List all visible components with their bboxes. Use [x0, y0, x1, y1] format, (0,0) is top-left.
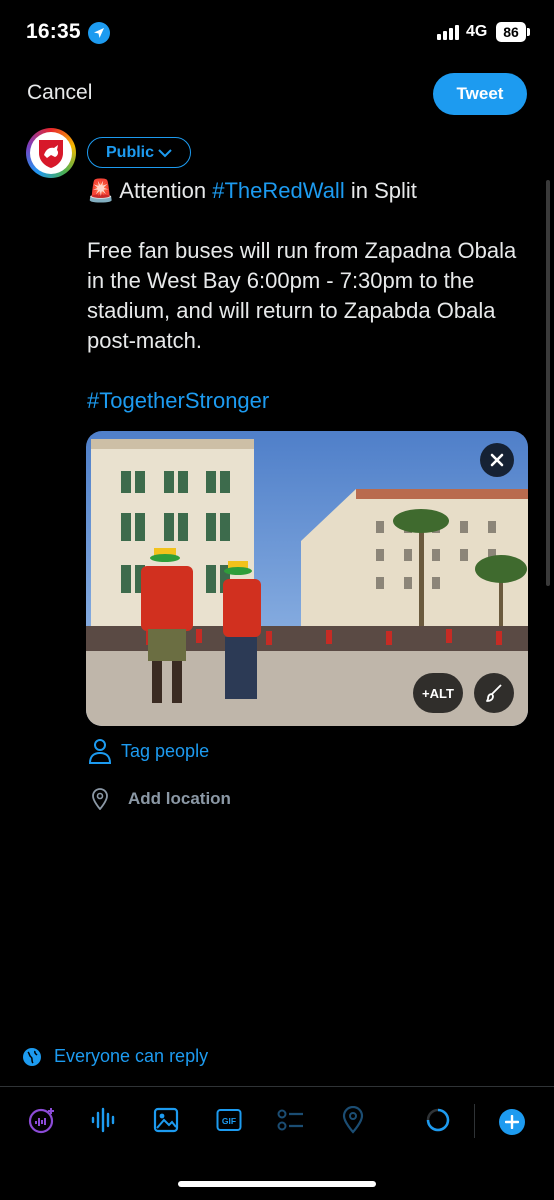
toolbar-divider — [0, 1086, 554, 1087]
tweet-body: Free fan buses will run from Zapadna Oba… — [87, 238, 517, 353]
remove-media-button[interactable] — [480, 443, 514, 477]
tag-people-label: Tag people — [121, 740, 210, 761]
location-arrow-icon — [88, 22, 110, 44]
add-location-label: Add location — [128, 789, 231, 808]
tweet-line-1-prefix: 🚨 Attention — [87, 178, 213, 203]
battery-icon: 86 — [496, 22, 526, 42]
add-icon[interactable] — [499, 1109, 525, 1135]
dragon-crest-icon — [30, 132, 72, 174]
close-icon — [490, 453, 504, 467]
chevron-down-icon — [158, 148, 172, 157]
audio-icon[interactable] — [90, 1106, 118, 1134]
attached-photo[interactable] — [86, 431, 528, 726]
brush-icon — [486, 684, 502, 702]
audience-label: Public — [106, 143, 155, 161]
tweet-text-area[interactable]: 🚨 Attention #TheRedWall in Split Free fa… — [87, 176, 527, 416]
edit-media-button[interactable] — [474, 673, 514, 713]
status-time: 16:35 — [26, 20, 81, 43]
location-icon[interactable] — [339, 1106, 367, 1134]
tweet-line-1: 🚨 Attention #TheRedWall in Split — [87, 176, 527, 206]
audience-selector[interactable]: Public — [87, 137, 192, 168]
tweet-line-1-suffix: in Split — [344, 178, 417, 203]
location-pin-icon — [92, 788, 108, 810]
signal-icon — [437, 25, 459, 40]
add-location-button[interactable]: Add location — [90, 788, 231, 810]
tweet-button[interactable]: Tweet — [433, 73, 527, 115]
reply-settings-label: Everyone can reply — [54, 1046, 209, 1066]
spaces-icon[interactable] — [28, 1106, 56, 1134]
hashtag-togetherstronger[interactable]: #TogetherStronger — [87, 386, 527, 416]
network-type: 4G — [466, 23, 488, 40]
gif-label: GIF — [222, 1116, 236, 1126]
add-alt-text-button[interactable]: +ALT — [413, 673, 463, 713]
reply-settings-button[interactable]: Everyone can reply — [22, 1046, 208, 1067]
image-icon[interactable] — [152, 1106, 180, 1134]
poll-icon[interactable] — [277, 1106, 305, 1134]
scroll-indicator — [546, 180, 550, 586]
gif-icon[interactable]: GIF — [215, 1106, 243, 1134]
person-icon — [88, 739, 112, 764]
progress-icon — [424, 1106, 452, 1134]
avatar[interactable] — [26, 128, 76, 178]
battery-tip — [527, 28, 530, 36]
home-indicator — [178, 1181, 376, 1187]
cancel-button[interactable]: Cancel — [27, 81, 92, 105]
battery-level: 86 — [503, 24, 519, 40]
globe-icon — [23, 1047, 41, 1066]
hashtag-theredwall[interactable]: #TheRedWall — [212, 178, 344, 203]
tag-people-button[interactable]: Tag people — [88, 738, 209, 764]
toolbar-separator — [474, 1104, 475, 1138]
